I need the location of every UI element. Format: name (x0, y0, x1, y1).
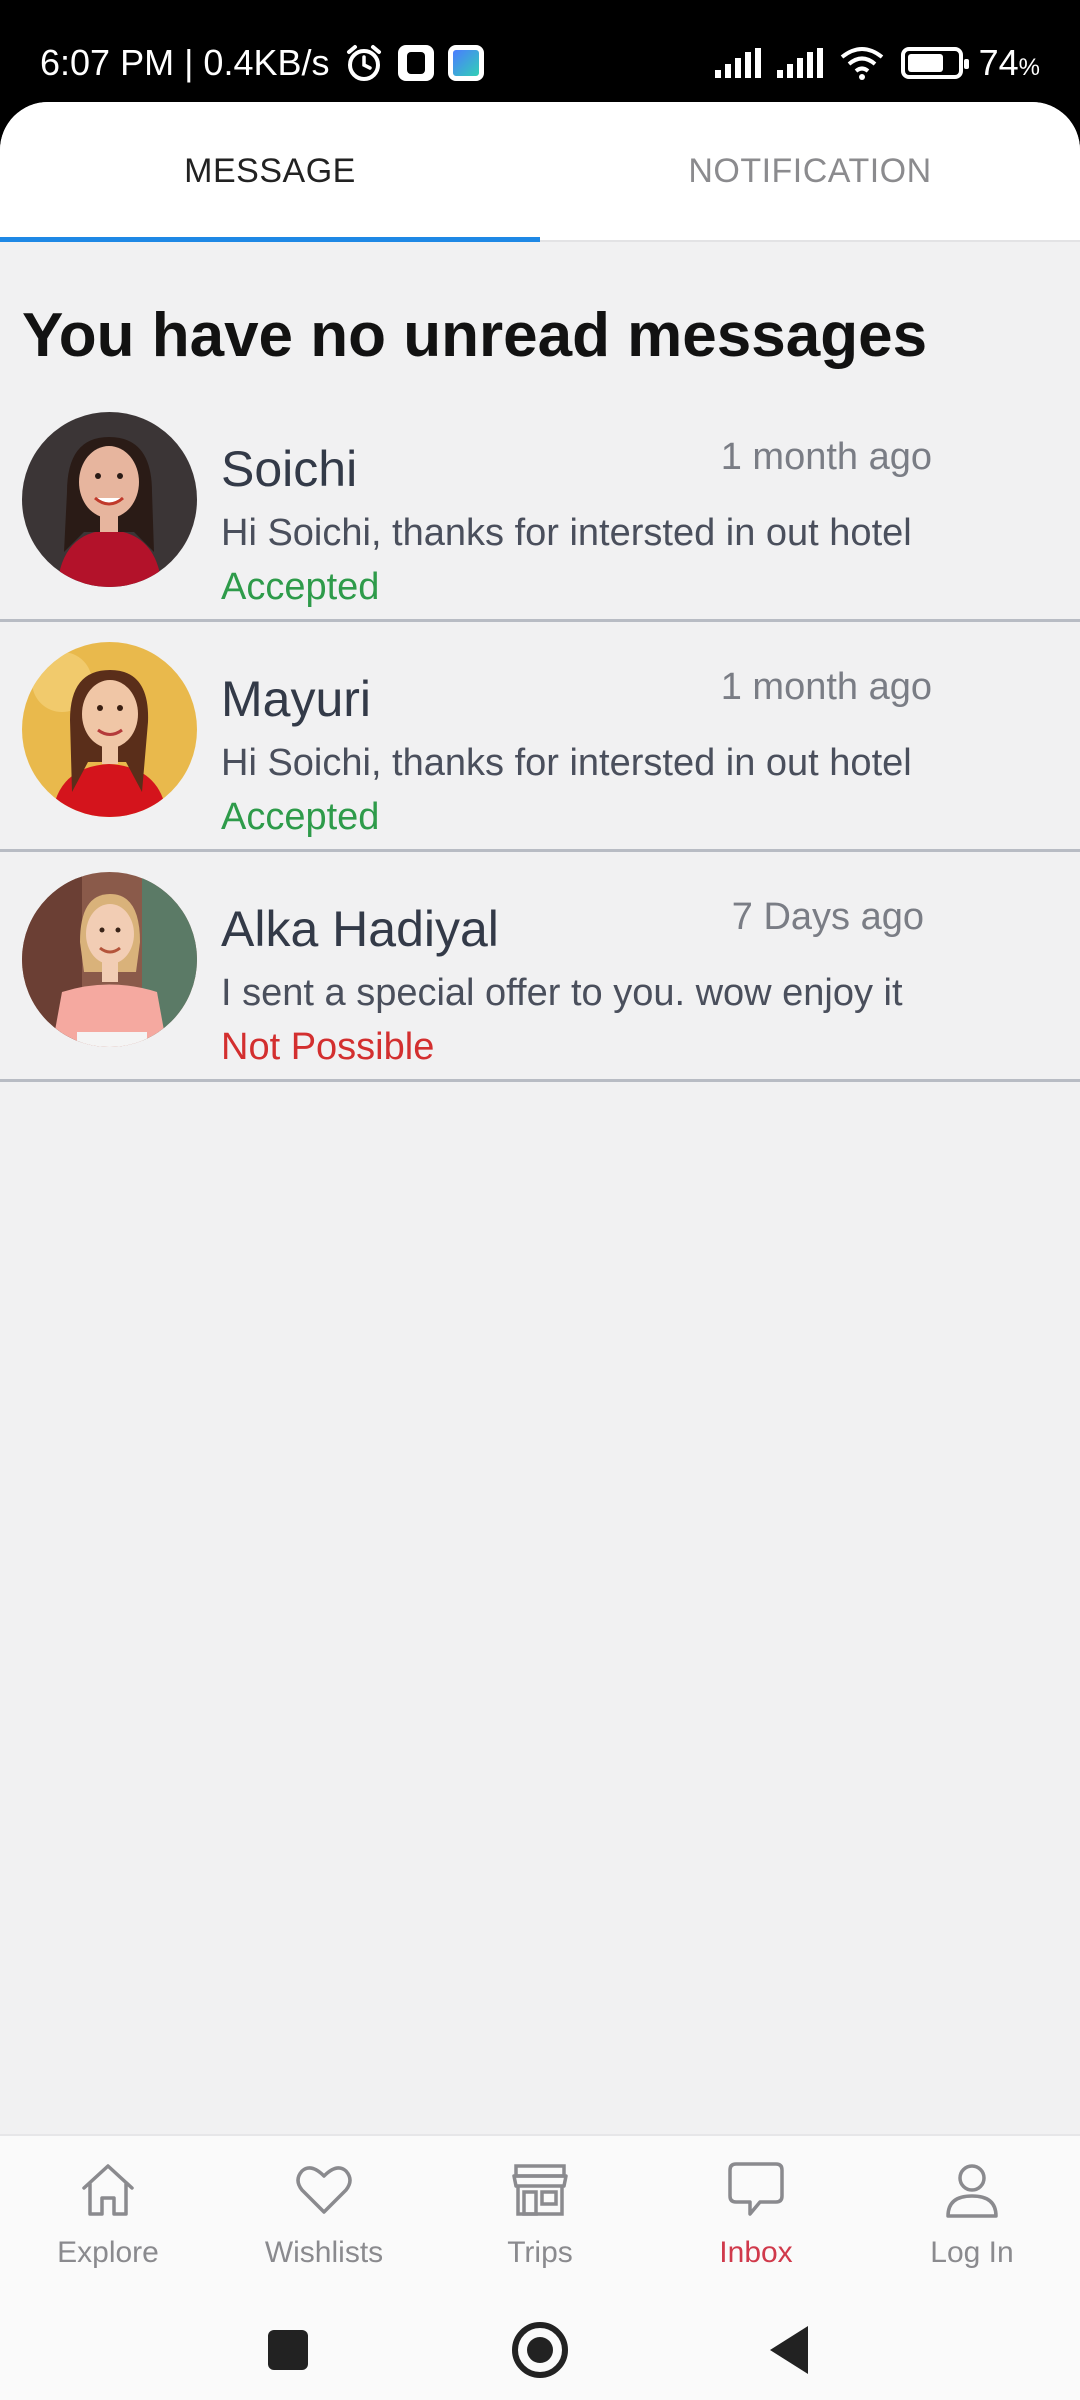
message-row[interactable]: Mayuri 1 month ago Hi Soichi, thanks for… (0, 622, 1080, 852)
nav-wishlists[interactable]: Wishlists (216, 2136, 432, 2298)
tab-notification[interactable]: NOTIFICATION (540, 102, 1080, 240)
home-icon (82, 2164, 134, 2216)
avatar (22, 642, 197, 817)
wifi-icon (840, 47, 883, 80)
nav-label: Log In (930, 2236, 1014, 2269)
home-button[interactable] (512, 2322, 568, 2378)
battery-value: 74 (978, 42, 1019, 83)
contact-name: Alka Hadiyal (221, 901, 499, 957)
avatar (22, 412, 197, 587)
nav-label: Inbox (719, 2236, 793, 2269)
nav-login[interactable]: Log In (864, 2136, 1080, 2298)
system-navigation (0, 2298, 1080, 2400)
nav-label: Explore (57, 2236, 159, 2269)
app-notification-icon-2 (447, 45, 484, 81)
nav-trips[interactable]: Trips (432, 2136, 648, 2298)
nav-label: Wishlists (264, 2236, 384, 2269)
status-badge: Accepted (221, 796, 380, 838)
battery-fill (907, 54, 944, 72)
nav-inbox[interactable]: Inbox (648, 2136, 864, 2298)
tab-indicator (0, 237, 540, 242)
status-right: 74% (714, 42, 1040, 84)
signal-icon (714, 48, 761, 78)
message-time: 1 month ago (720, 436, 932, 478)
alarm-icon (346, 45, 381, 81)
tab-message[interactable]: MESSAGE (0, 102, 540, 240)
heart-icon (296, 2166, 352, 2214)
bottom-navigation: Explore Wishlists Trips Inbox Log In (0, 2134, 1080, 2298)
message-time: 1 month ago (720, 666, 932, 708)
status-badge: Accepted (221, 566, 380, 608)
battery-icon (900, 47, 969, 79)
inbox-sheet: MESSAGE NOTIFICATION You have no unread … (0, 102, 1080, 2400)
back-button[interactable] (770, 2326, 808, 2374)
signal-icon-2 (776, 48, 823, 78)
status-badge: Not Possible (221, 1026, 435, 1068)
message-row[interactable]: Alka Hadiyal 7 Days ago I sent a special… (0, 852, 1080, 1082)
status-left: 6:07 PM | 0.4KB/s (40, 42, 484, 84)
recents-button[interactable] (268, 2330, 308, 2370)
user-icon (946, 2164, 998, 2218)
page-title: You have no unread messages (22, 301, 928, 370)
message-preview: Hi Soichi, thanks for intersted in out h… (221, 742, 912, 784)
status-time: 6:07 PM | 0.4KB/s (40, 42, 330, 83)
nav-label: Trips (507, 2236, 573, 2269)
message-row[interactable]: Soichi 1 month ago Hi Soichi, thanks for… (0, 392, 1080, 622)
nav-explore[interactable]: Explore (0, 2136, 216, 2298)
message-time: 7 Days ago (731, 896, 924, 938)
battery-percent: 74% (979, 42, 1040, 84)
chat-icon (728, 2162, 784, 2216)
message-list: Soichi 1 month ago Hi Soichi, thanks for… (0, 392, 1080, 1082)
contact-name: Mayuri (221, 671, 372, 727)
store-icon (512, 2164, 568, 2216)
app-notification-icon (397, 45, 434, 81)
battery-unit: % (1018, 54, 1040, 81)
message-preview: I sent a special offer to you. wow enjoy… (221, 972, 903, 1014)
contact-name: Soichi (221, 441, 358, 497)
avatar (22, 872, 197, 1047)
tab-bar: MESSAGE NOTIFICATION (0, 102, 1080, 242)
message-preview: Hi Soichi, thanks for intersted in out h… (221, 512, 912, 554)
